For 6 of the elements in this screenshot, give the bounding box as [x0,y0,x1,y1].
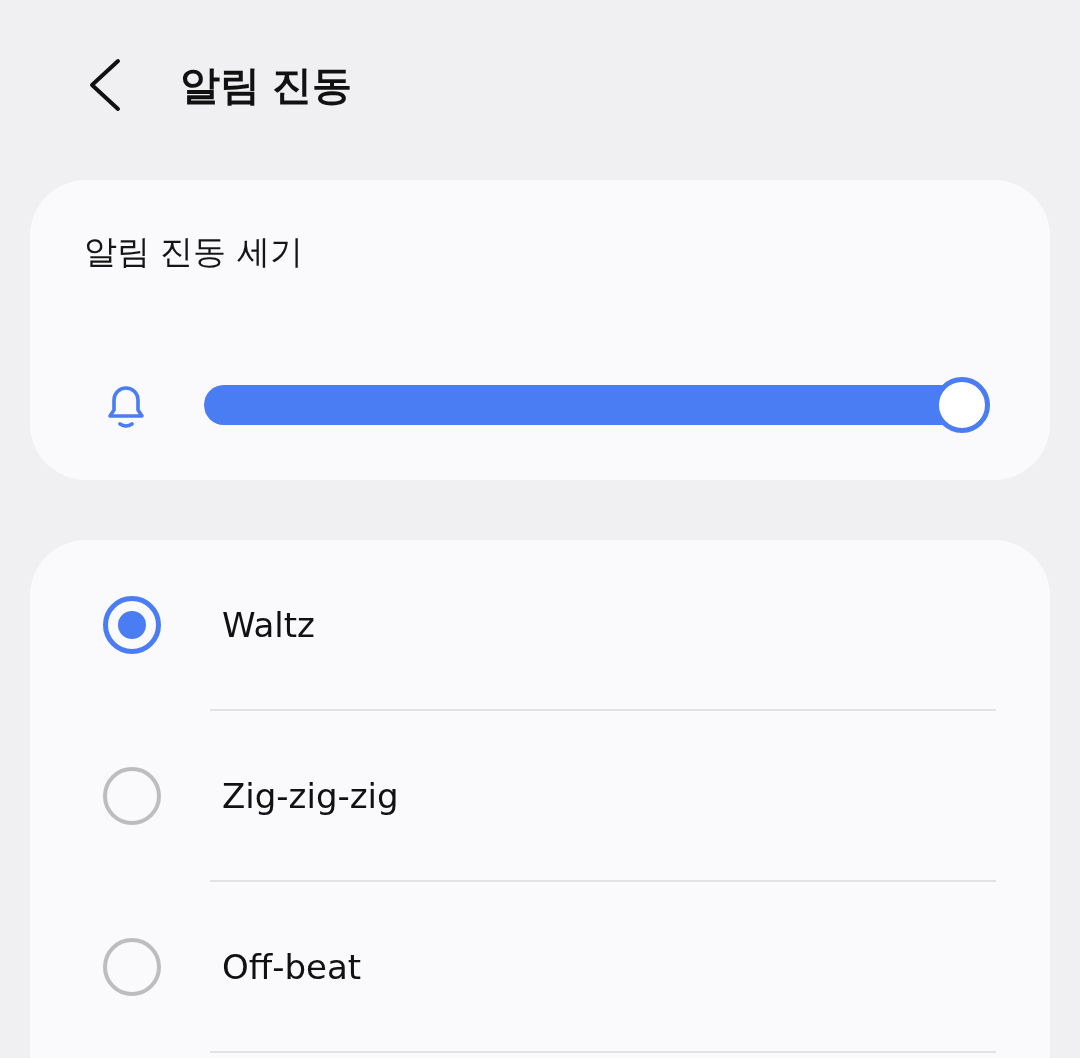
intensity-label: 알림 진동 세기 [84,232,304,272]
page-title: 알림 진동 [180,61,352,110]
back-icon [88,58,122,112]
pattern-option[interactable]: Waltz [30,540,1050,709]
pattern-option[interactable]: Off-beat [30,882,1050,1051]
pattern-option[interactable]: Zig-zig-zig [30,711,1050,880]
